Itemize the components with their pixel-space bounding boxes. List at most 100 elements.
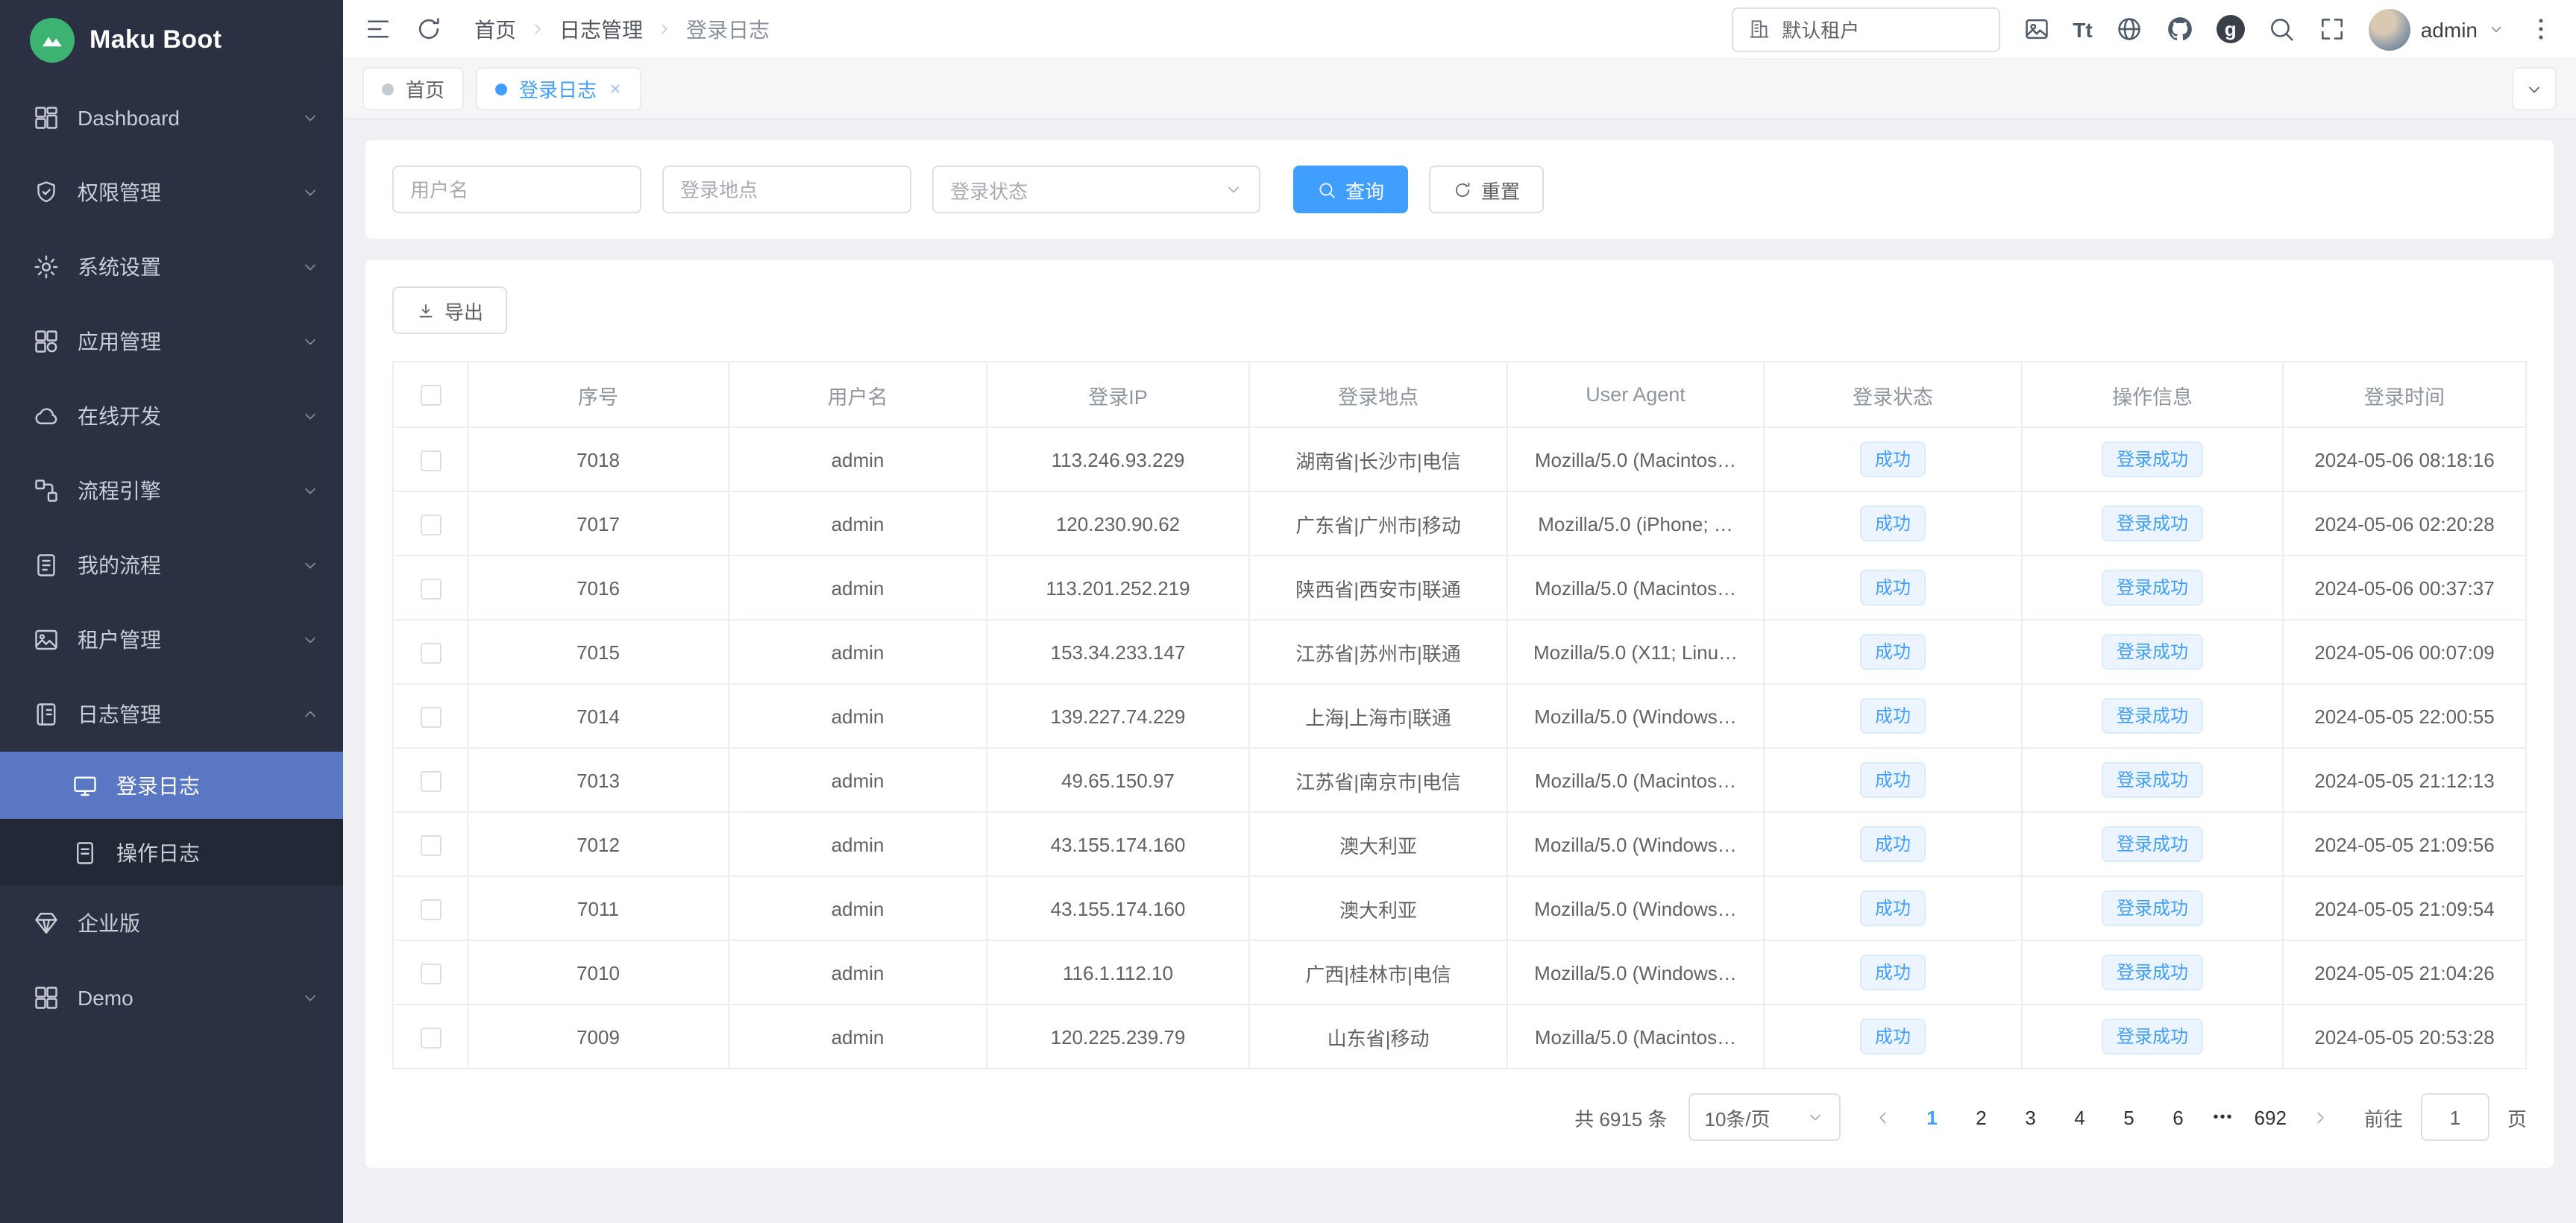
sidebar-item-online-dev[interactable]: 在线开发 xyxy=(0,379,343,453)
table-row: 7017 admin 120.230.90.62 广东省|广州市|移动 Mozi… xyxy=(393,491,2526,556)
page-size-value: 10条/页 xyxy=(1705,1103,1771,1131)
breadcrumb-item-log-management[interactable]: 日志管理 xyxy=(559,14,643,44)
page-number-3[interactable]: 3 xyxy=(2011,1093,2051,1141)
export-button-label: 导出 xyxy=(444,296,483,324)
status-tag: 成功 xyxy=(1860,1019,1926,1054)
row-checkbox[interactable] xyxy=(420,835,441,856)
theme-layout-icon[interactable] xyxy=(2022,15,2050,43)
prev-page-button[interactable] xyxy=(1865,1093,1903,1141)
cell-agent: Mozilla/5.0 (Windows… xyxy=(1507,876,1764,940)
chevron-down-icon xyxy=(301,556,319,574)
row-checkbox[interactable] xyxy=(420,899,441,920)
cell-ip: 153.34.233.147 xyxy=(987,620,1249,684)
sidebar-item-log-management[interactable]: 日志管理 xyxy=(0,677,343,752)
user-menu[interactable]: admin xyxy=(2369,8,2504,50)
sidebar-item-workflow-engine[interactable]: 流程引擎 xyxy=(0,453,343,528)
refresh-icon[interactable] xyxy=(415,15,443,43)
row-checkbox[interactable] xyxy=(420,450,441,471)
table-row: 7016 admin 113.201.252.219 陕西省|西安市|联通 Mo… xyxy=(393,556,2526,620)
pagination: 共 6915 条 10条/页 1 2 3 4 5 6 ••• 692 前往 xyxy=(392,1093,2527,1141)
more-pages-icon[interactable]: ••• xyxy=(2208,1109,2240,1125)
login-location-input[interactable] xyxy=(662,166,911,213)
sidebar-item-tenant-management[interactable]: 租户管理 xyxy=(0,603,343,677)
fullscreen-icon[interactable] xyxy=(2318,15,2346,43)
row-checkbox[interactable] xyxy=(420,771,441,792)
next-page-button[interactable] xyxy=(2302,1093,2340,1141)
page-size-select[interactable]: 10条/页 xyxy=(1688,1093,1841,1141)
operation-tag: 登录成功 xyxy=(2102,698,2203,734)
cell-username: admin xyxy=(729,556,987,620)
sidebar-item-enterprise[interactable]: 企业版 xyxy=(0,886,343,961)
sidebar-item-login-log[interactable]: 登录日志 xyxy=(0,752,343,819)
shield-icon xyxy=(33,179,60,206)
tab-dot xyxy=(495,83,507,95)
login-status-select[interactable]: 登录状态 xyxy=(932,166,1260,213)
query-button[interactable]: 查询 xyxy=(1293,166,1408,213)
chevron-down-icon xyxy=(1225,180,1243,198)
collapse-sidebar-icon[interactable] xyxy=(364,15,392,43)
close-icon[interactable] xyxy=(609,82,622,95)
cell-time: 2024-05-05 21:09:54 xyxy=(2283,876,2526,940)
page-number-5[interactable]: 5 xyxy=(2109,1093,2149,1141)
chevron-down-icon xyxy=(301,407,319,425)
row-checkbox[interactable] xyxy=(420,707,441,728)
column-header-operation: 操作信息 xyxy=(2022,362,2283,427)
tenant-select[interactable]: 默认租户 xyxy=(1731,7,1999,51)
cell-ip: 120.230.90.62 xyxy=(987,491,1249,556)
tab-home[interactable]: 首页 xyxy=(364,69,462,109)
sidebar-item-label: 日志管理 xyxy=(78,699,283,729)
sidebar-item-demo[interactable]: Demo xyxy=(0,961,343,1035)
chevron-right-icon xyxy=(530,21,546,37)
font-size-icon[interactable]: Tt xyxy=(2073,17,2092,41)
query-button-label: 查询 xyxy=(1345,175,1384,204)
sidebar-item-label: 流程引擎 xyxy=(78,476,283,506)
page-number-6[interactable]: 6 xyxy=(2158,1093,2199,1141)
tab-login-log[interactable]: 登录日志 xyxy=(477,69,640,109)
sidebar-item-dashboard[interactable]: Dashboard xyxy=(0,81,343,155)
avatar xyxy=(2369,8,2410,50)
sidebar-item-label: 租户管理 xyxy=(78,625,283,655)
column-header-ip: 登录IP xyxy=(987,362,1249,427)
select-all-checkbox[interactable] xyxy=(420,385,441,406)
row-checkbox[interactable] xyxy=(420,643,441,664)
reset-button[interactable]: 重置 xyxy=(1429,166,1544,213)
gitee-icon[interactable]: g xyxy=(2217,15,2245,43)
page-number-4[interactable]: 4 xyxy=(2060,1093,2100,1141)
kebab-menu-icon[interactable] xyxy=(2527,15,2555,43)
chevron-down-icon xyxy=(1806,1108,1824,1126)
table-row: 7010 admin 116.1.112.10 广西|桂林市|电信 Mozill… xyxy=(393,940,2526,1005)
row-checkbox[interactable] xyxy=(420,1028,441,1048)
goto-unit: 页 xyxy=(2507,1103,2527,1131)
breadcrumb-item-home[interactable]: 首页 xyxy=(474,14,516,44)
sidebar-item-my-workflow[interactable]: 我的流程 xyxy=(0,528,343,603)
cell-location: 江苏省|苏州市|联通 xyxy=(1249,620,1507,684)
github-icon[interactable] xyxy=(2166,15,2194,43)
username-input[interactable] xyxy=(392,166,641,213)
tenant-select-value: 默认租户 xyxy=(1782,15,1859,43)
tab-dot xyxy=(382,83,394,95)
page-number-last[interactable]: 692 xyxy=(2249,1093,2293,1141)
brand[interactable]: Maku Boot xyxy=(0,0,343,81)
tab-actions-button[interactable] xyxy=(2513,69,2555,109)
row-checkbox[interactable] xyxy=(420,579,441,600)
sidebar-item-system-settings[interactable]: 系统设置 xyxy=(0,230,343,304)
row-checkbox[interactable] xyxy=(420,963,441,984)
page-number-2[interactable]: 2 xyxy=(1961,1093,2002,1141)
tab-bar: 首页 登录日志 xyxy=(343,60,2576,119)
cell-time: 2024-05-05 21:04:26 xyxy=(2283,940,2526,1005)
sidebar-item-app-management[interactable]: 应用管理 xyxy=(0,304,343,379)
search-icon[interactable] xyxy=(2267,15,2296,43)
brand-name: Maku Boot xyxy=(89,25,222,55)
chevron-down-icon xyxy=(301,333,319,350)
goto-page-input[interactable] xyxy=(2421,1093,2489,1141)
operation-tag: 登录成功 xyxy=(2102,826,2203,862)
cell-ip: 113.201.252.219 xyxy=(987,556,1249,620)
page-number-1[interactable]: 1 xyxy=(1912,1093,1953,1141)
sidebar-item-operation-log[interactable]: 操作日志 xyxy=(0,819,343,886)
language-globe-icon[interactable] xyxy=(2115,15,2143,43)
table-row: 7014 admin 139.227.74.229 上海|上海市|联通 Mozi… xyxy=(393,684,2526,748)
row-checkbox[interactable] xyxy=(420,515,441,535)
export-button[interactable]: 导出 xyxy=(392,286,507,334)
cell-location: 澳大利亚 xyxy=(1249,876,1507,940)
sidebar-item-permissions[interactable]: 权限管理 xyxy=(0,155,343,230)
